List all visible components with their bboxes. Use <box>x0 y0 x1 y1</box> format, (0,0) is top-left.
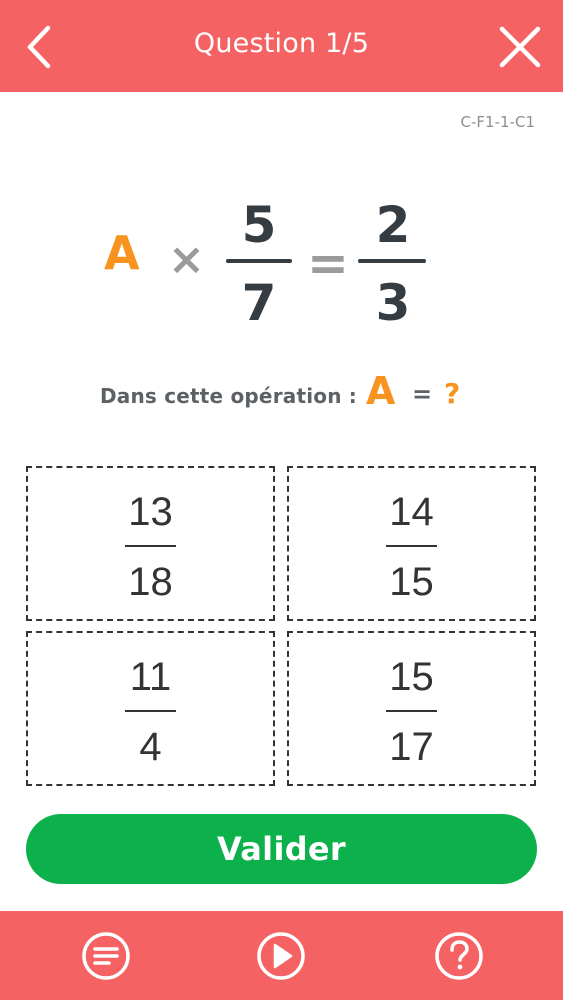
equals-sign: = <box>307 234 349 292</box>
answer-choice-1[interactable]: 13 18 <box>26 466 275 621</box>
times-sign: × <box>168 234 205 285</box>
right-fraction-bar <box>358 259 426 263</box>
list-button[interactable] <box>80 930 132 982</box>
choice-numerator: 14 <box>389 490 434 534</box>
choice-numerator: 13 <box>128 490 173 534</box>
equation: A × 5 7 = 2 3 <box>0 0 563 340</box>
left-fraction-bar <box>226 259 292 263</box>
choice-denominator: 18 <box>128 560 173 604</box>
prompt-equals: = <box>412 380 433 408</box>
choice-numerator: 15 <box>389 655 434 699</box>
choice-denominator: 17 <box>389 725 434 769</box>
equation-variable: A <box>104 226 140 280</box>
play-button[interactable] <box>255 930 307 982</box>
left-fraction-numerator: 5 <box>241 196 277 254</box>
prompt-variable: A <box>366 369 396 413</box>
choice-fraction-bar <box>125 710 176 712</box>
prompt-text: Dans cette opération : <box>100 384 358 408</box>
choice-numerator: 11 <box>129 655 172 699</box>
help-button[interactable] <box>433 930 485 982</box>
help-icon <box>435 932 483 980</box>
list-icon <box>82 932 130 980</box>
choice-denominator: 4 <box>139 725 162 769</box>
prompt-question-mark: ? <box>444 377 461 410</box>
answer-choice-3[interactable]: 11 4 <box>26 631 275 786</box>
choice-denominator: 15 <box>389 560 434 604</box>
answer-choice-4[interactable]: 15 17 <box>287 631 536 786</box>
choice-fraction-bar <box>386 545 437 547</box>
left-fraction-denominator: 7 <box>241 274 277 332</box>
validate-button[interactable]: Valider <box>26 814 537 884</box>
choice-fraction-bar <box>125 545 176 547</box>
right-fraction-denominator: 3 <box>375 274 411 332</box>
play-icon <box>257 932 305 980</box>
right-fraction-numerator: 2 <box>375 196 411 254</box>
answer-choice-2[interactable]: 14 15 <box>287 466 536 621</box>
choice-fraction-bar <box>386 710 437 712</box>
bottom-bar <box>0 911 563 1000</box>
